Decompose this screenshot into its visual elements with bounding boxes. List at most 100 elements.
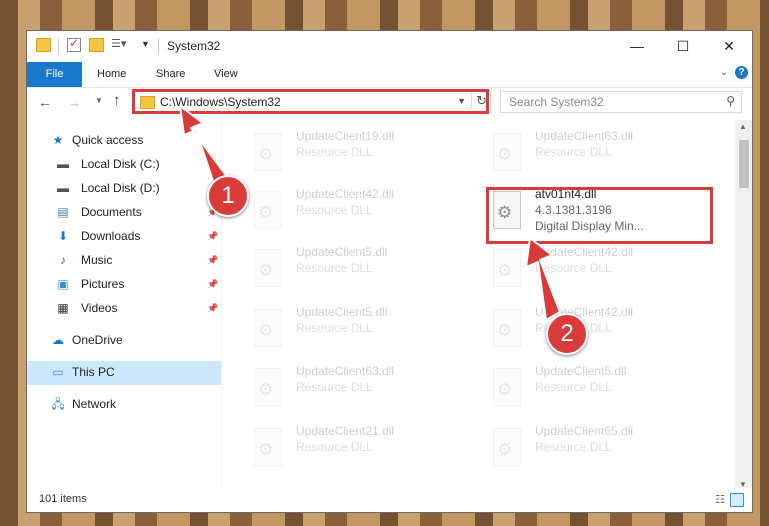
vertical-scrollbar[interactable]: ▲ ▼ (735, 120, 752, 491)
file-tile[interactable]: ⚙ UpdateClient5.dll Resource DLL (248, 241, 458, 297)
picture-icon: ▣ (57, 277, 69, 291)
back-arrow-icon[interactable]: ← (38, 94, 52, 110)
large-icons-view-icon[interactable] (730, 493, 744, 507)
dll-file-icon: ⚙ (487, 368, 521, 406)
file-tile[interactable]: ⚙ UpdateClient65.dll Resource DLL (487, 420, 697, 476)
tab-home[interactable]: Home (97, 62, 126, 87)
sidebar-item-music[interactable]: ♪ Music 📌 (27, 249, 221, 273)
minimize-button[interactable]: — (614, 31, 660, 62)
pin-icon[interactable]: 📌 (207, 255, 218, 266)
expand-ribbon-icon[interactable]: ⌄ (720, 67, 728, 78)
file-tile[interactable]: ⚙ UpdateClient42.dll Resource DLL (248, 183, 458, 239)
scroll-up-icon[interactable]: ▲ (739, 122, 747, 131)
up-arrow-icon[interactable]: ↑ (113, 92, 121, 109)
sidebar-item-label: This PC (72, 365, 115, 379)
pin-icon[interactable]: 📌 (207, 279, 218, 290)
details-view-icon[interactable]: ☷ (715, 493, 725, 506)
folder-icon (36, 38, 51, 52)
sidebar-item-label: Music (81, 253, 113, 267)
sidebar-item-label: OneDrive (72, 333, 123, 347)
file-tile[interactable]: ⚙ UpdateClient21.dll Resource DLL (248, 420, 458, 476)
file-name: UpdateClient19.dll (296, 129, 395, 143)
sidebar-item-label: Downloads (81, 229, 141, 243)
sidebar-item-label: Local Disk (C:) (81, 157, 160, 171)
tab-view[interactable]: View (214, 62, 238, 87)
sidebar-item-documents[interactable]: ▤ Documents 📌 (27, 201, 221, 225)
customize-toolbar-icon[interactable]: ▼ (141, 39, 157, 53)
address-dropdown-icon[interactable]: ▼ (457, 96, 466, 106)
file-tile[interactable]: ⚙ UpdateClient19.dll Resource DLL (248, 125, 458, 181)
ribbon-tabs: File Home Share View ⌄ ? (27, 62, 752, 88)
file-name: UpdateClient5.dll (296, 245, 388, 259)
navigation-bar: ← → ▼ ↑ C:\Windows\System32 ▼ ↻ Search S… (27, 88, 752, 118)
pin-icon[interactable]: 📌 (207, 231, 218, 242)
address-bar[interactable]: C:\Windows\System32 ▼ ↻ (134, 91, 491, 113)
search-icon[interactable]: ⚲ (726, 94, 735, 108)
sidebar-item-videos[interactable]: ▦ Videos 📌 (27, 297, 221, 321)
file-type: Resource DLL (296, 145, 373, 159)
sidebar-item-this-pc[interactable]: ▭ This PC (27, 361, 221, 385)
sidebar-item-network[interactable]: 🖧 Network (27, 393, 221, 417)
step-2-badge: 2 (546, 313, 588, 355)
scroll-thumb[interactable] (739, 140, 749, 188)
file-type: Resource DLL (296, 380, 373, 394)
new-folder-icon[interactable] (89, 38, 104, 52)
sidebar-item-downloads[interactable]: ⬇ Downloads 📌 (27, 225, 221, 249)
refresh-icon[interactable]: ↻ (471, 93, 487, 109)
sidebar-item-label: Pictures (81, 277, 125, 291)
search-input[interactable]: Search System32 ⚲ (500, 91, 742, 113)
dll-file-icon: ⚙ (248, 249, 282, 287)
music-icon: ♪ (60, 253, 66, 267)
file-tile[interactable]: ⚙ UpdateClient63.dll Resource DLL (487, 125, 697, 181)
properties-icon[interactable]: ☰▾ (111, 38, 127, 51)
document-icon: ▤ (57, 205, 69, 219)
tab-share[interactable]: Share (156, 62, 185, 87)
address-path[interactable]: C:\Windows\System32 (160, 95, 281, 109)
file-type: Resource DLL (535, 440, 612, 454)
file-tile[interactable]: ⚙ UpdateClient42.dll Resource DLL (487, 241, 697, 297)
file-tile[interactable]: ⚙ UpdateClient5.dll Resource DLL (248, 301, 458, 357)
dll-file-icon: ⚙ (248, 309, 282, 347)
maximize-button[interactable]: ☐ (660, 31, 706, 62)
dll-file-icon: ⚙ (248, 133, 282, 171)
cloud-icon: ☁ (52, 333, 64, 347)
search-placeholder: Search System32 (509, 95, 604, 109)
file-tile[interactable]: ⚙ UpdateClient5.dll Resource DLL (487, 360, 697, 416)
sidebar-item-label: Local Disk (D:) (81, 181, 160, 195)
file-name: UpdateClient65.dll (535, 424, 634, 438)
file-tile[interactable]: ⚙ UpdateClient63.dll Resource DLL (248, 360, 458, 416)
file-name: UpdateClient5.dll (296, 305, 388, 319)
title-bar: ☰▾ ▼ System32 — ☐ ✕ (27, 31, 752, 62)
file-type: Resource DLL (535, 145, 612, 159)
sidebar-item-local-disk-c[interactable]: ▬ Local Disk (C:) (27, 153, 221, 177)
dll-file-icon: ⚙ (248, 191, 282, 229)
star-icon: ★ (52, 133, 64, 147)
file-type: Resource DLL (296, 321, 373, 335)
close-button[interactable]: ✕ (706, 31, 752, 62)
sidebar-item-quick-access[interactable]: ★ Quick access (27, 129, 221, 153)
file-type: Resource DLL (535, 261, 612, 275)
drive-icon: ▬ (57, 157, 69, 171)
explorer-window: ☰▾ ▼ System32 — ☐ ✕ File Home Share View… (26, 30, 753, 513)
file-name: UpdateClient63.dll (296, 364, 395, 378)
sidebar-item-local-disk-d[interactable]: ▬ Local Disk (D:) (27, 177, 221, 201)
forward-arrow-icon[interactable]: → (67, 94, 81, 110)
tab-file[interactable]: File (27, 62, 82, 87)
dll-file-icon: ⚙ (248, 368, 282, 406)
file-name: UpdateClient5.dll (535, 364, 627, 378)
sidebar-item-label: Documents (81, 205, 142, 219)
recent-locations-icon[interactable]: ▼ (95, 96, 103, 105)
dll-file-icon: ⚙ (487, 133, 521, 171)
file-type: Resource DLL (296, 261, 373, 275)
file-tile[interactable]: ⚙ UpdateClient42.dll Resource DLL (487, 301, 697, 357)
help-icon[interactable]: ? (735, 66, 748, 79)
pin-icon[interactable]: 📌 (207, 303, 218, 314)
network-icon: 🖧 (51, 397, 65, 411)
file-name: UpdateClient21.dll (296, 424, 395, 438)
computer-icon: ▭ (52, 365, 64, 379)
status-bar: 101 items ☷ (27, 488, 752, 512)
sidebar-item-onedrive[interactable]: ☁ OneDrive (27, 329, 221, 353)
folder-icon (140, 96, 155, 109)
sidebar-item-pictures[interactable]: ▣ Pictures 📌 (27, 273, 221, 297)
properties-check-icon[interactable] (67, 36, 81, 52)
